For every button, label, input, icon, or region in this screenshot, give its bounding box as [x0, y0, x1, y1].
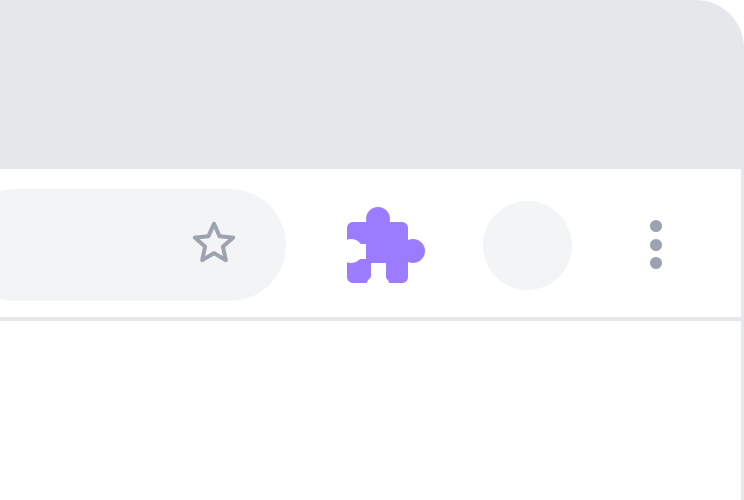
- page-content-area: [0, 321, 741, 500]
- tab-strip: [0, 0, 744, 169]
- browser-window: [0, 0, 744, 500]
- star-outline-icon: [192, 221, 236, 263]
- bookmark-star-button[interactable]: [188, 219, 240, 271]
- address-bar-text: [14, 233, 134, 257]
- three-vertical-dots-icon: [650, 220, 662, 269]
- puzzle-piece-icon: [343, 207, 425, 289]
- extensions-button[interactable]: [343, 201, 431, 289]
- address-bar[interactable]: [0, 189, 286, 301]
- profile-avatar-button[interactable]: [483, 201, 572, 290]
- more-menu-button[interactable]: [640, 216, 672, 274]
